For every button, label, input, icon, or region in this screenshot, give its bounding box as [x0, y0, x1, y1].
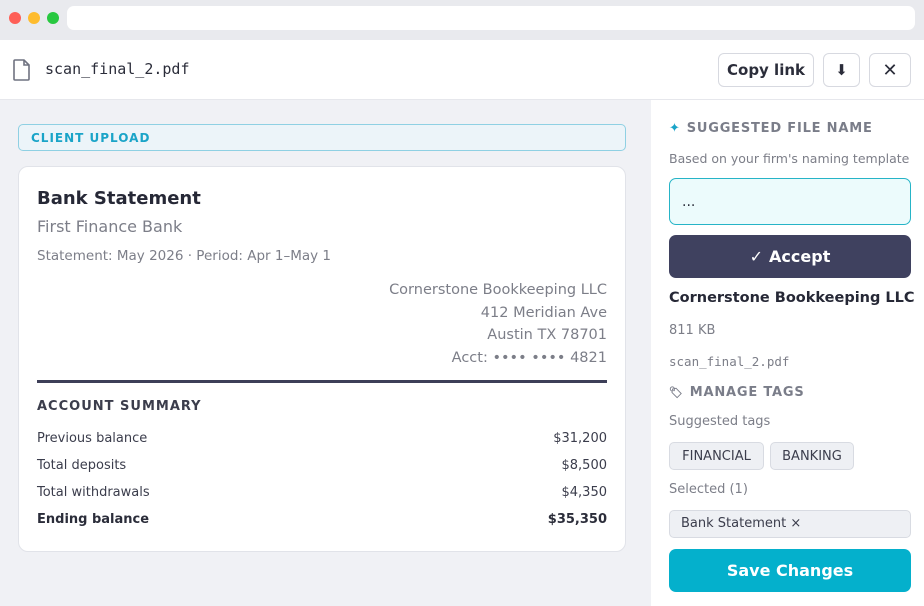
summary-value: $8,500 [561, 458, 608, 473]
details-sidebar: ✦ SUGGESTED FILE NAME Based on your firm'… [651, 100, 924, 606]
selected-tags-label: Selected (1) [669, 482, 748, 497]
viewer-header: scan_final_2.pdf Copy link ⬇ ✕ [0, 40, 924, 100]
close-icon: ✕ [882, 59, 898, 81]
entity-name: Cornerstone Bookkeeping LLC [669, 290, 915, 306]
bank-name: First Finance Bank [37, 217, 183, 236]
summary-value: $35,350 [547, 512, 607, 527]
address-line: 412 Meridian Ave [480, 305, 607, 321]
tag-chip-banking[interactable]: BANKING [770, 442, 854, 470]
accept-label: Accept [769, 247, 831, 266]
close-window-dot[interactable] [9, 12, 21, 24]
naming-template-hint: Based on your firm's naming template [669, 151, 910, 166]
section-heading-label: SUGGESTED FILE NAME [686, 121, 873, 136]
document-preview-panel: CLIENT UPLOAD Bank Statement First Finan… [0, 100, 651, 606]
account-number: Acct: •••• •••• 4821 [451, 350, 607, 366]
sparkle-icon: ✦ [669, 121, 681, 136]
accept-button[interactable]: ✓ Accept [669, 235, 911, 278]
summary-value: $4,350 [561, 485, 608, 500]
check-icon: ✓ [749, 247, 764, 266]
divider [37, 380, 607, 383]
suggested-tags-label: Suggested tags [669, 414, 771, 429]
document-page: Bank Statement First Finance Bank Statem… [18, 166, 626, 552]
address-line: Austin TX 78701 [487, 327, 607, 343]
address-bar[interactable] [67, 6, 915, 30]
statement-period: Statement: May 2026 · Period: Apr 1–May … [37, 248, 332, 264]
maximize-window-dot[interactable] [47, 12, 59, 24]
suggested-name-input[interactable] [669, 178, 911, 225]
document-title: Bank Statement [37, 188, 201, 209]
client-upload-banner: CLIENT UPLOAD [18, 124, 626, 151]
summary-label: Ending balance [37, 512, 150, 527]
original-file-name: scan_final_2.pdf [669, 354, 790, 369]
file-name: scan_final_2.pdf [45, 60, 190, 78]
account-summary-heading: ACCOUNT SUMMARY [37, 399, 202, 414]
copy-link-button[interactable]: Copy link [718, 53, 814, 87]
summary-label: Total withdrawals [37, 485, 150, 500]
download-icon: ⬇ [835, 61, 848, 79]
document-icon [13, 59, 30, 81]
summary-label: Previous balance [37, 431, 148, 446]
minimize-window-dot[interactable] [28, 12, 40, 24]
download-button[interactable]: ⬇ [823, 53, 860, 87]
manage-tags-heading: 🏷 MANAGE TAGS [669, 385, 805, 400]
section-heading-label: MANAGE TAGS [689, 385, 805, 400]
summary-value: $31,200 [553, 431, 607, 446]
summary-row: Total withdrawals $4,350 [37, 485, 607, 503]
tag-chip-financial[interactable]: FINANCIAL [669, 442, 764, 470]
selected-tag-chip[interactable]: Bank Statement × [669, 510, 911, 538]
summary-row: Previous balance $31,200 [37, 431, 607, 449]
save-changes-button[interactable]: Save Changes [669, 549, 911, 592]
summary-label: Total deposits [37, 458, 127, 473]
address-line: Cornerstone Bookkeeping LLC [389, 282, 607, 298]
file-size: 811 KB [669, 323, 716, 338]
close-button[interactable]: ✕ [869, 53, 911, 87]
summary-row: Ending balance $35,350 [37, 512, 607, 530]
tag-icon: 🏷 [669, 386, 684, 399]
window-chrome [0, 0, 924, 40]
summary-row: Total deposits $8,500 [37, 458, 607, 476]
suggested-file-name-heading: ✦ SUGGESTED FILE NAME [669, 121, 873, 136]
